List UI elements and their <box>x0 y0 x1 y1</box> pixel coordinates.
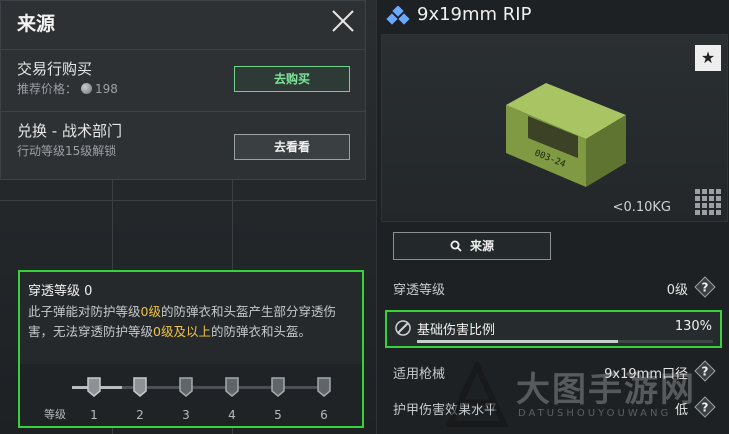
source-button-label: 来源 <box>469 239 494 253</box>
rarity-diamond-icon <box>385 5 411 28</box>
source-row-title: 交易行购买 <box>17 60 93 78</box>
close-icon <box>332 10 354 32</box>
item-header: 9x19mm RIP <box>377 0 729 34</box>
stat-label: 基础伤害比例 <box>417 323 496 338</box>
scale-tick: 3 <box>182 408 190 422</box>
price-label: 推荐价格： <box>17 82 78 96</box>
scale-tick: 5 <box>274 408 282 422</box>
penetration-info-panel: 穿透等级 0 此子弹能对防护等级0级的防弹衣和头盔产生部分穿透伤害，无法穿透防护… <box>18 270 364 428</box>
penetration-description: 此子弹能对防护等级0级的防弹衣和头盔产生部分穿透伤害，无法穿透防护等级0级及以上… <box>28 302 358 342</box>
stat-row-penetration: 穿透等级 0级 ? <box>385 272 722 304</box>
star-icon: ★ <box>700 48 716 67</box>
close-button[interactable] <box>329 7 357 35</box>
stat-label: 穿透等级 <box>393 283 446 298</box>
armor-level-6-icon <box>316 376 332 398</box>
scale-tick: 4 <box>228 408 236 422</box>
penetration-scale: 等级 1 2 3 4 5 6 <box>20 364 362 426</box>
svg-text:?: ? <box>702 365 709 379</box>
stat-row-base-damage: 基础伤害比例 130% <box>385 310 722 348</box>
stat-label: 适用枪械 <box>393 367 446 382</box>
stat-value: 9x19mm口径 <box>604 367 688 382</box>
stat-row-armor-damage: 护甲伤害效果水平 低 ? <box>385 392 722 424</box>
stat-row-compatible-guns: 适用枪械 9x19mm口径 ? <box>385 356 722 388</box>
stat-value: 0级 <box>666 283 688 298</box>
ammo-box-image: 003-24 <box>506 83 626 187</box>
desc-highlight: 0级及以上 <box>153 324 211 339</box>
penetration-title: 穿透等级 0 <box>28 284 93 299</box>
source-panel: 来源 交易行购买 推荐价格： 198 去购买 兑换 - 战术部门 行动等级15级解… <box>0 0 366 180</box>
scale-tick: 2 <box>136 408 144 422</box>
help-icon[interactable]: ? <box>694 396 716 418</box>
stat-value: 130% <box>674 319 712 334</box>
scale-tick: 6 <box>320 408 328 422</box>
unlock-requirement: 行动等级15级解锁 <box>17 144 117 158</box>
armor-level-4-icon <box>224 376 240 398</box>
damage-icon <box>395 320 411 336</box>
item-detail-panel: 9x19mm RIP ★ 003-24 <0.10KG 来源 穿透等级 0级 ? <box>376 0 729 434</box>
item-name: 9x19mm RIP <box>417 4 532 25</box>
help-icon[interactable]: ? <box>694 360 716 382</box>
source-row-market: 交易行购买 推荐价格： 198 去购买 <box>1 49 365 110</box>
damage-bar-fill <box>417 340 618 343</box>
scale-label: 等级 <box>44 408 66 421</box>
help-icon[interactable]: ? <box>694 276 716 298</box>
inventory-size-icon <box>695 189 721 215</box>
grid-line <box>0 200 376 201</box>
source-title: 来源 <box>17 13 56 35</box>
item-weight: <0.10KG <box>612 200 671 215</box>
desc-text: 此子弹能对防护等级 <box>28 304 141 319</box>
favorite-star-button[interactable]: ★ <box>695 45 721 71</box>
view-button[interactable]: 去看看 <box>234 134 350 160</box>
armor-level-2-icon <box>132 376 148 398</box>
coin-icon <box>81 83 93 94</box>
recommended-price: 推荐价格： 198 <box>17 80 118 97</box>
buy-button[interactable]: 去购买 <box>234 66 350 92</box>
desc-highlight: 0级 <box>140 304 161 319</box>
price-value: 198 <box>95 82 118 96</box>
scale-tick: 1 <box>90 408 98 422</box>
desc-text: 的防弹衣和头盔。 <box>210 324 311 339</box>
source-button[interactable]: 来源 <box>393 232 551 260</box>
item-preview: ★ 003-24 <0.10KG <box>381 34 728 222</box>
svg-text:?: ? <box>702 281 709 295</box>
search-icon <box>450 240 462 252</box>
stat-value: 低 <box>674 403 688 418</box>
svg-text:?: ? <box>702 401 709 415</box>
armor-level-5-icon <box>270 376 286 398</box>
stat-label: 护甲伤害效果水平 <box>393 403 498 418</box>
source-row-exchange: 兑换 - 战术部门 行动等级15级解锁 去看看 <box>1 111 365 172</box>
source-row-title: 兑换 - 战术部门 <box>17 122 122 140</box>
armor-level-1-icon <box>86 376 102 398</box>
armor-level-3-icon <box>178 376 194 398</box>
